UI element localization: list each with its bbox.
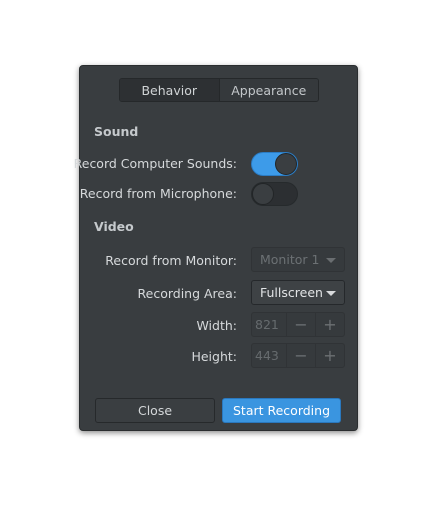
screen-recorder-dialog: Behavior Appearance Sound Record Compute… xyxy=(74,65,358,431)
width-input[interactable]: 821 xyxy=(252,313,286,336)
height-label: Height: xyxy=(191,349,237,364)
chevron-down-icon xyxy=(326,258,336,263)
minus-icon: − xyxy=(294,315,308,334)
recording-area-select[interactable]: Fullscreen xyxy=(251,280,345,305)
plus-icon: + xyxy=(323,346,337,365)
record-computer-sounds-label: Record Computer Sounds: xyxy=(73,156,237,171)
tab-behavior[interactable]: Behavior xyxy=(120,79,219,101)
minus-icon: − xyxy=(294,346,308,365)
recording-area-select-value: Fullscreen xyxy=(260,285,323,300)
width-spinner: 821 − + xyxy=(251,312,345,337)
start-recording-button[interactable]: Start Recording xyxy=(222,398,341,423)
toggle-knob xyxy=(275,153,297,175)
height-decrement-button[interactable]: − xyxy=(286,344,315,367)
record-microphone-label: Record from Microphone: xyxy=(79,186,237,201)
tab-switcher: Behavior Appearance xyxy=(119,78,319,102)
tab-appearance[interactable]: Appearance xyxy=(218,79,318,101)
recording-area-label: Recording Area: xyxy=(137,286,237,301)
toggle-knob xyxy=(252,183,274,205)
record-microphone-toggle[interactable] xyxy=(251,182,298,206)
record-computer-sounds-toggle[interactable] xyxy=(251,152,298,176)
width-label: Width: xyxy=(196,318,237,333)
monitor-select[interactable]: Monitor 1 xyxy=(251,247,345,272)
width-decrement-button[interactable]: − xyxy=(286,313,315,336)
record-monitor-label: Record from Monitor: xyxy=(105,253,237,268)
height-input[interactable]: 443 xyxy=(252,344,286,367)
chevron-down-icon xyxy=(326,291,336,296)
monitor-select-value: Monitor 1 xyxy=(260,252,320,267)
video-section-heading: Video xyxy=(94,219,134,234)
close-button[interactable]: Close xyxy=(95,398,215,423)
sound-section-heading: Sound xyxy=(94,124,139,139)
height-increment-button[interactable]: + xyxy=(315,344,344,367)
height-spinner: 443 − + xyxy=(251,343,345,368)
width-increment-button[interactable]: + xyxy=(315,313,344,336)
plus-icon: + xyxy=(323,315,337,334)
